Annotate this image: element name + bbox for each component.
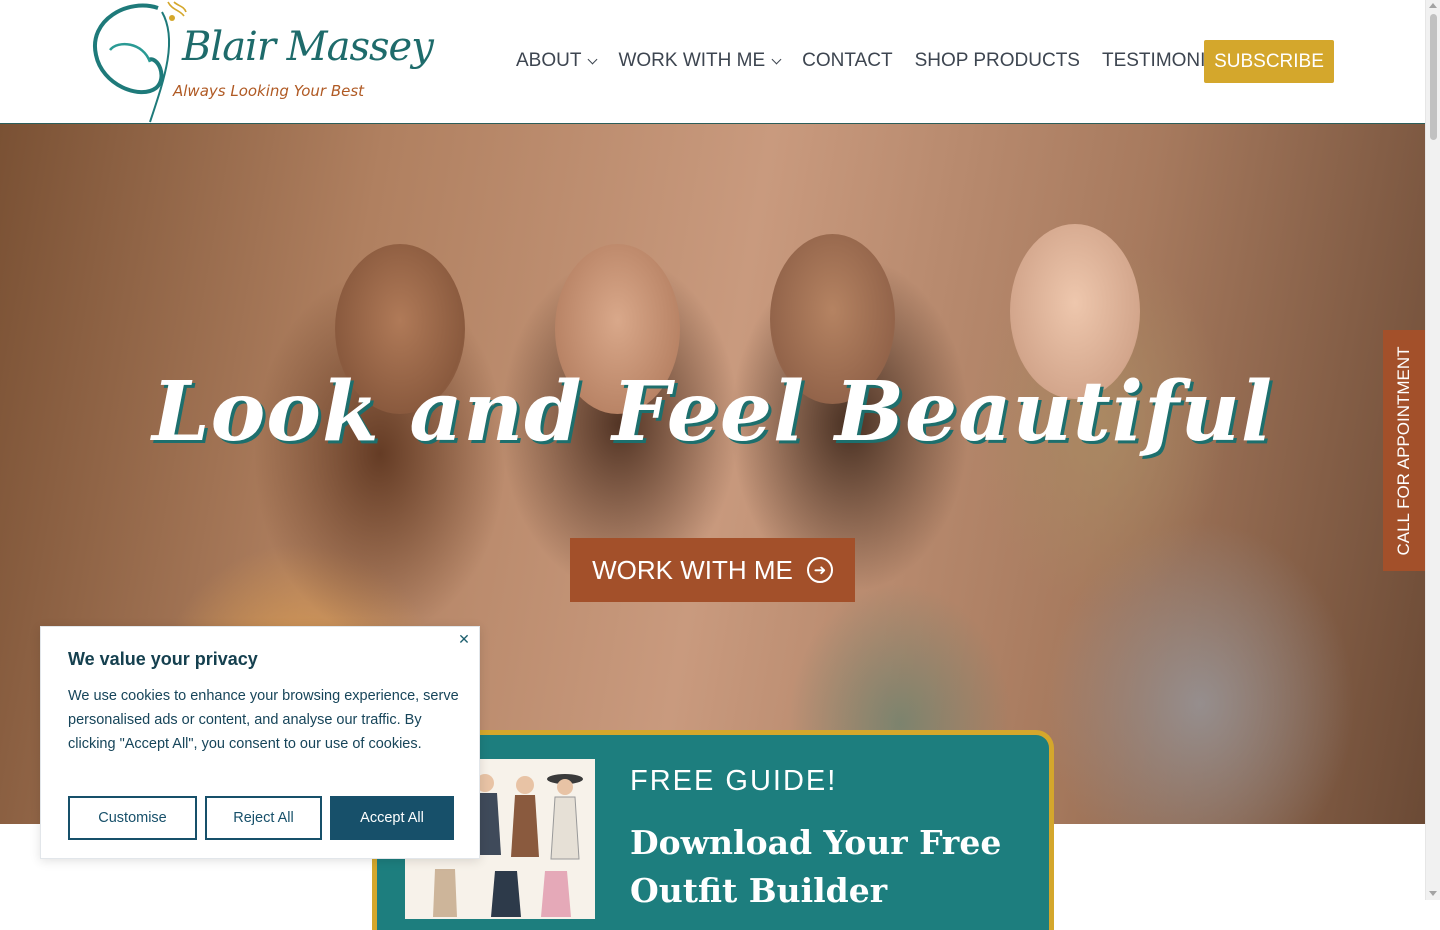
nav-about[interactable]: ABOUT — [505, 40, 607, 82]
main-nav: ABOUT WORK WITH ME CONTACT SHOP PRODUCTS… — [505, 40, 1252, 82]
hero-title: Look and Feel Beautiful — [151, 364, 1274, 460]
accept-all-button[interactable]: Accept All — [330, 796, 454, 840]
nav-contact[interactable]: CONTACT — [791, 40, 903, 82]
scrollbar-thumb[interactable] — [1430, 14, 1437, 140]
scroll-up-arrow-icon[interactable] — [1429, 3, 1437, 8]
nav-work-with-me[interactable]: WORK WITH ME — [607, 40, 791, 82]
subscribe-button[interactable]: SUBSCRIBE — [1204, 40, 1334, 83]
guide-eyebrow: FREE GUIDE! — [630, 765, 838, 797]
page-scrollbar[interactable] — [1425, 0, 1440, 900]
chevron-down-icon — [771, 54, 782, 65]
cookie-title: We value your privacy — [68, 649, 258, 669]
close-icon[interactable]: ✕ — [457, 633, 471, 647]
brand-tagline: Always Looking Your Best — [173, 82, 365, 100]
brand-name: Blair Massey — [182, 24, 434, 70]
reject-all-button[interactable]: Reject All — [205, 796, 322, 840]
nav-shop-products-label: SHOP PRODUCTS — [914, 50, 1080, 71]
site-header: Blair Massey Always Looking Your Best AB… — [0, 0, 1425, 124]
customise-button[interactable]: Customise — [68, 796, 197, 840]
call-for-appointment-label: CALL FOR APPOINTMENT — [1394, 345, 1413, 556]
cookie-text: We use cookies to enhance your browsing … — [68, 688, 459, 752]
scroll-down-arrow-icon[interactable] — [1429, 891, 1437, 896]
nav-about-label: ABOUT — [516, 50, 582, 71]
call-for-appointment-tab[interactable]: CALL FOR APPOINTMENT — [1383, 330, 1425, 571]
chevron-down-icon — [588, 54, 598, 65]
work-with-me-button[interactable]: WORK WITH ME ➜ — [570, 538, 855, 602]
nav-shop-products[interactable]: SHOP PRODUCTS — [904, 40, 1091, 82]
nav-work-with-me-label: WORK WITH ME — [618, 50, 766, 71]
nav-contact-label: CONTACT — [802, 50, 893, 71]
arrow-right-circle-icon: ➜ — [806, 557, 833, 583]
work-with-me-label: WORK WITH ME — [592, 554, 793, 585]
brand-logo[interactable]: Blair Massey Always Looking Your Best — [88, 0, 434, 124]
guide-heading: Download Your Free Outfit Builder — [630, 823, 1002, 910]
cookie-consent-banner: ✕ We value your privacy We use cookies t… — [40, 626, 480, 859]
